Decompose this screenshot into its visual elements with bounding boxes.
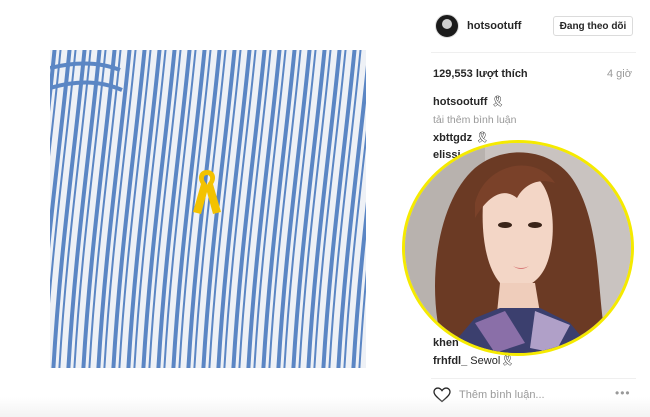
striped-shirt-image <box>50 50 366 368</box>
divider <box>431 378 636 379</box>
post-card: hotsootuff Đang theo dõi 129,553 lượt th… <box>0 0 650 417</box>
post-header: hotsootuff Đang theo dõi <box>417 12 650 44</box>
bottom-fade <box>0 397 650 417</box>
caption-text: 🎗 <box>490 96 505 108</box>
avatar[interactable] <box>435 14 459 38</box>
comment-username[interactable]: xbttgdz <box>433 132 472 144</box>
following-button[interactable]: Đang theo dõi <box>553 16 633 36</box>
post-time: 4 giờ <box>607 68 632 80</box>
username[interactable]: hotsootuff <box>467 20 521 32</box>
comment: frhfdl_ Sewol🎗 <box>433 354 514 367</box>
comment-text: Sewol🎗 <box>470 355 515 367</box>
post-photo[interactable] <box>50 50 366 368</box>
comment-text: 🎗 <box>475 132 490 144</box>
comment-username[interactable]: frhfdl_ <box>433 355 467 367</box>
comment: xbttgdz 🎗 <box>433 131 489 144</box>
load-more-comments[interactable]: tải thêm bình luận <box>433 114 516 126</box>
caption-username[interactable]: hotsootuff <box>433 96 487 108</box>
profile-inset-photo <box>402 140 634 356</box>
like-count[interactable]: 129,553 lượt thích <box>433 68 528 80</box>
portrait-image <box>405 143 631 353</box>
divider <box>431 52 636 53</box>
caption: hotsootuff 🎗 <box>433 95 504 108</box>
